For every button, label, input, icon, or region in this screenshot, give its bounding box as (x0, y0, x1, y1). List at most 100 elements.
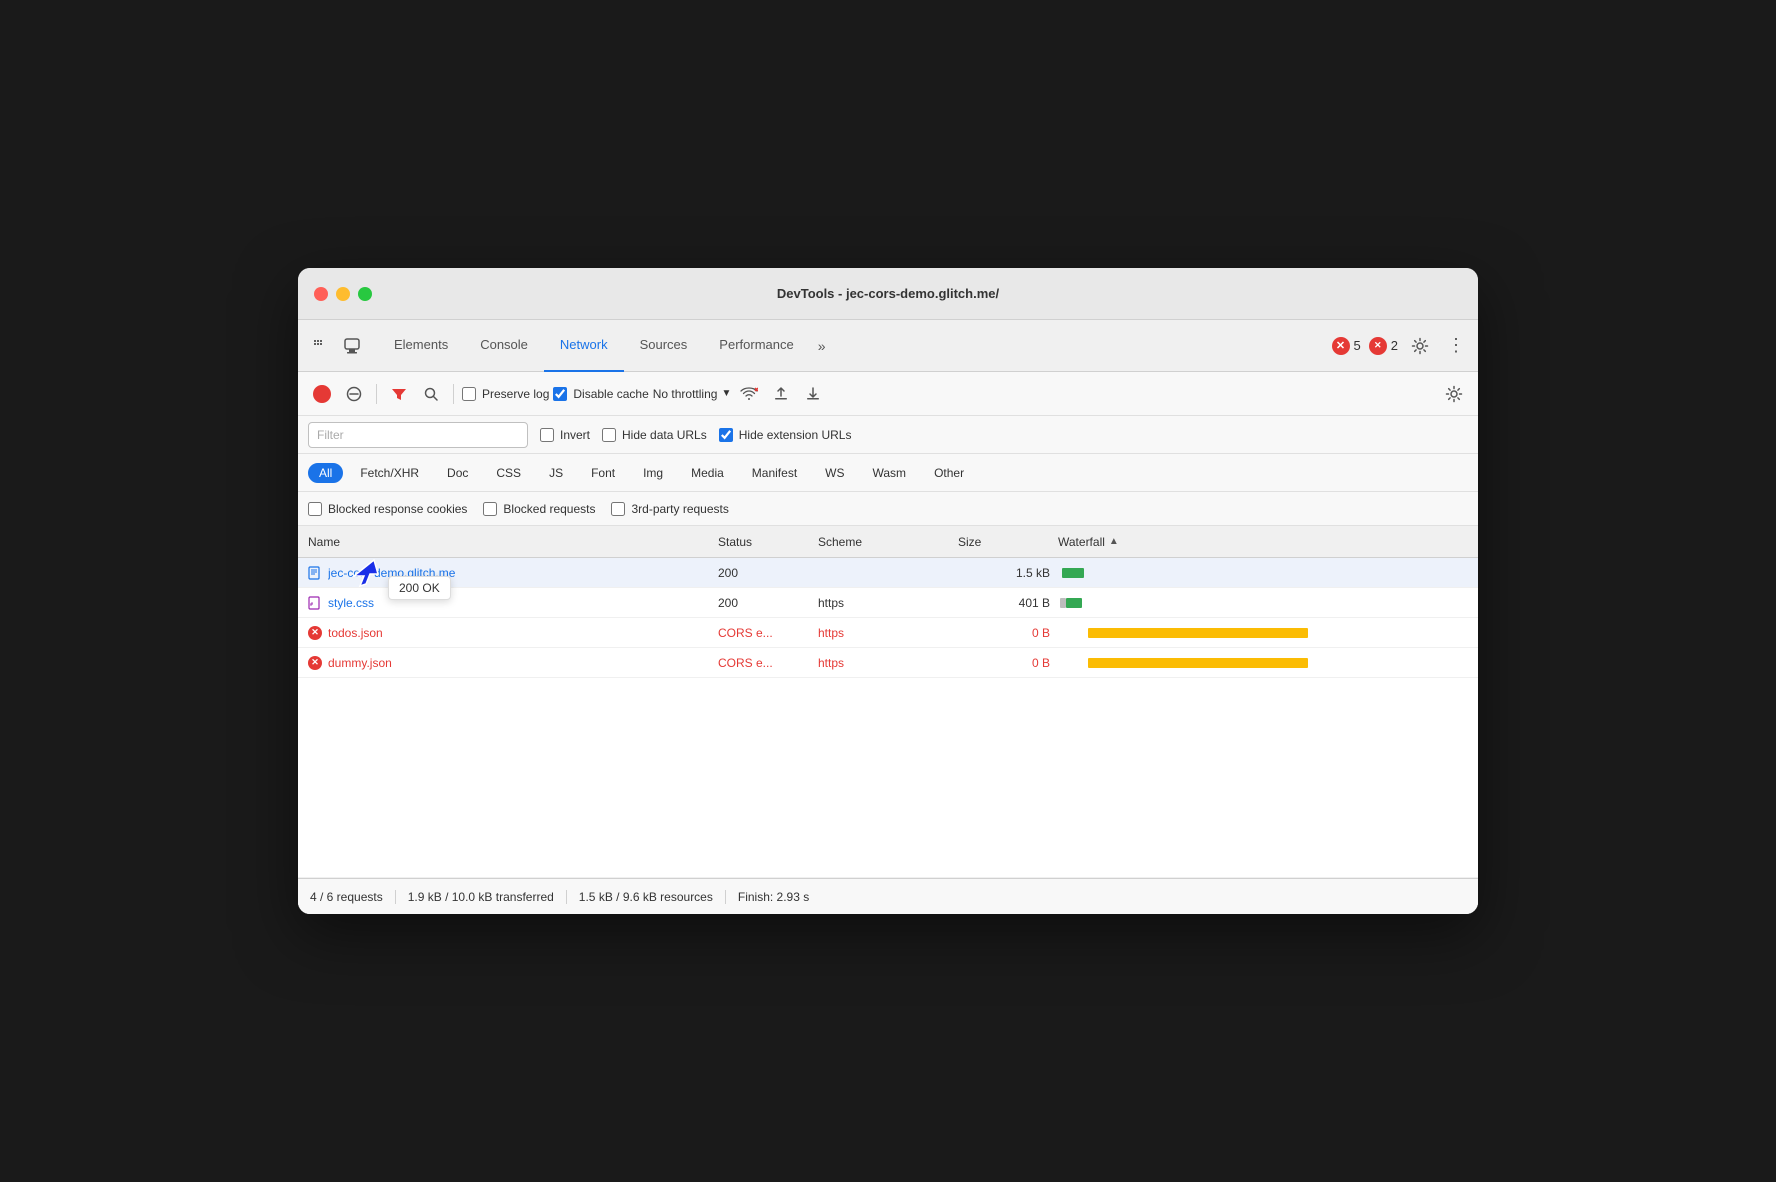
tab-icons (306, 332, 366, 360)
blocked-bar: Blocked response cookies Blocked request… (298, 492, 1478, 526)
main-toolbar: Preserve log Disable cache No throttling… (298, 372, 1478, 416)
css-icon: # (308, 596, 322, 610)
col-waterfall-header[interactable]: Waterfall ▲ (1058, 535, 1468, 549)
type-manifest-button[interactable]: Manifest (741, 463, 808, 483)
resource-types-bar: All Fetch/XHR Doc CSS JS Font Img Media … (298, 454, 1478, 492)
close-button[interactable] (314, 287, 328, 301)
maximize-button[interactable] (358, 287, 372, 301)
type-wasm-button[interactable]: Wasm (862, 463, 918, 483)
inspect-icon-btn[interactable] (338, 332, 366, 360)
row-3-waterfall (1058, 618, 1468, 647)
waterfall-bar-4 (1088, 658, 1308, 668)
hide-data-urls-label[interactable]: Hide data URLs (602, 428, 707, 442)
row-2-waterfall (1058, 588, 1468, 617)
sort-arrow-icon: ▲ (1109, 536, 1119, 547)
tabs: Elements Console Network Sources Perform… (378, 320, 1332, 372)
export-button[interactable] (799, 380, 827, 408)
filter-input[interactable] (308, 422, 528, 448)
col-size-header[interactable]: Size (958, 535, 1058, 549)
tab-console[interactable]: Console (464, 320, 544, 372)
tab-elements[interactable]: Elements (378, 320, 464, 372)
type-all-button[interactable]: All (308, 463, 343, 483)
row-4-scheme: https (818, 656, 958, 670)
error-badge-1: ✕ 5 (1332, 337, 1361, 355)
more-options-button[interactable]: ⋮ (1442, 332, 1470, 360)
col-status-header[interactable]: Status (718, 535, 818, 549)
row-1-size: 1.5 kB (958, 566, 1058, 580)
minimize-button[interactable] (336, 287, 350, 301)
clear-button[interactable] (340, 380, 368, 408)
type-img-button[interactable]: Img (632, 463, 674, 483)
transferred-status: 1.9 kB / 10.0 kB transferred (396, 890, 567, 904)
import-button[interactable] (767, 380, 795, 408)
toolbar-divider-1 (376, 384, 377, 404)
error-count-1: 5 (1354, 338, 1361, 353)
svg-text:#: # (310, 602, 313, 608)
blocked-requests-checkbox[interactable] (483, 502, 497, 516)
tooltip: 200 OK (388, 576, 451, 600)
network-settings-button[interactable] (1440, 380, 1468, 408)
table-row[interactable]: # style.css 200 https 401 B (298, 588, 1478, 618)
doc-icon (308, 566, 322, 580)
settings-gear-button[interactable] (1406, 332, 1434, 360)
table-row[interactable]: ✕ todos.json CORS e... https 0 B (298, 618, 1478, 648)
error-icon-3: ✕ (308, 626, 322, 640)
row-4-name: ✕ dummy.json (308, 656, 718, 670)
blocked-response-cookies-label[interactable]: Blocked response cookies (308, 502, 467, 516)
blocked-requests-label[interactable]: Blocked requests (483, 502, 595, 516)
traffic-lights (314, 287, 372, 301)
type-other-button[interactable]: Other (923, 463, 975, 483)
type-media-button[interactable]: Media (680, 463, 735, 483)
table-row[interactable]: jec-cors-demo.glitch.me 200 https 1.5 kB… (298, 558, 1478, 588)
toolbar-divider-2 (453, 384, 454, 404)
col-scheme-header[interactable]: Scheme (818, 535, 958, 549)
filter-button[interactable] (385, 380, 413, 408)
search-button[interactable] (417, 380, 445, 408)
error-badge-2: ✕ 2 (1369, 337, 1398, 355)
table-row[interactable]: ✕ dummy.json CORS e... https 0 B (298, 648, 1478, 678)
more-tabs-button[interactable]: » (810, 338, 834, 354)
disable-cache-checkbox[interactable] (553, 387, 567, 401)
error-icon-4: ✕ (308, 656, 322, 670)
type-font-button[interactable]: Font (580, 463, 626, 483)
error-icon-2: ✕ (1369, 337, 1387, 355)
disable-cache-label[interactable]: Disable cache (553, 387, 648, 401)
table-header: Name Status Scheme Size Waterfall ▲ (298, 526, 1478, 558)
row-3-name: ✕ todos.json (308, 626, 718, 640)
record-button[interactable] (308, 380, 336, 408)
requests-status: 4 / 6 requests (310, 890, 396, 904)
throttling-selector[interactable]: No throttling ▼ (653, 387, 732, 401)
blocked-response-cookies-checkbox[interactable] (308, 502, 322, 516)
hide-extension-urls-label[interactable]: Hide extension URLs (719, 428, 852, 442)
type-js-button[interactable]: JS (538, 463, 574, 483)
preserve-log-label[interactable]: Preserve log (462, 387, 549, 401)
tab-network[interactable]: Network (544, 320, 624, 372)
row-2-name: # style.css (308, 596, 718, 610)
type-fetch-xhr-button[interactable]: Fetch/XHR (349, 463, 430, 483)
network-conditions-button[interactable] (735, 380, 763, 408)
tab-sources[interactable]: Sources (624, 320, 704, 372)
invert-label[interactable]: Invert (540, 428, 590, 442)
table-body: jec-cors-demo.glitch.me 200 https 1.5 kB… (298, 558, 1478, 878)
tab-performance[interactable]: Performance (703, 320, 809, 372)
status-bar: 4 / 6 requests 1.9 kB / 10.0 kB transfer… (298, 878, 1478, 914)
row-3-scheme: https (818, 626, 958, 640)
type-doc-button[interactable]: Doc (436, 463, 479, 483)
third-party-requests-label[interactable]: 3rd-party requests (611, 502, 728, 516)
finish-status: Finish: 2.93 s (726, 890, 821, 904)
resources-status: 1.5 kB / 9.6 kB resources (567, 890, 726, 904)
third-party-requests-checkbox[interactable] (611, 502, 625, 516)
cursor-icon-btn[interactable] (306, 332, 334, 360)
window-title: DevTools - jec-cors-demo.glitch.me/ (777, 286, 999, 301)
throttle-arrow-icon: ▼ (721, 388, 731, 399)
preserve-log-checkbox[interactable] (462, 387, 476, 401)
hide-extension-urls-checkbox[interactable] (719, 428, 733, 442)
row-3-size: 0 B (958, 626, 1058, 640)
type-ws-button[interactable]: WS (814, 463, 855, 483)
row-2-scheme: https (818, 596, 958, 610)
hide-data-urls-checkbox[interactable] (602, 428, 616, 442)
titlebar: DevTools - jec-cors-demo.glitch.me/ (298, 268, 1478, 320)
invert-checkbox[interactable] (540, 428, 554, 442)
col-name-header[interactable]: Name (308, 535, 718, 549)
type-css-button[interactable]: CSS (485, 463, 532, 483)
